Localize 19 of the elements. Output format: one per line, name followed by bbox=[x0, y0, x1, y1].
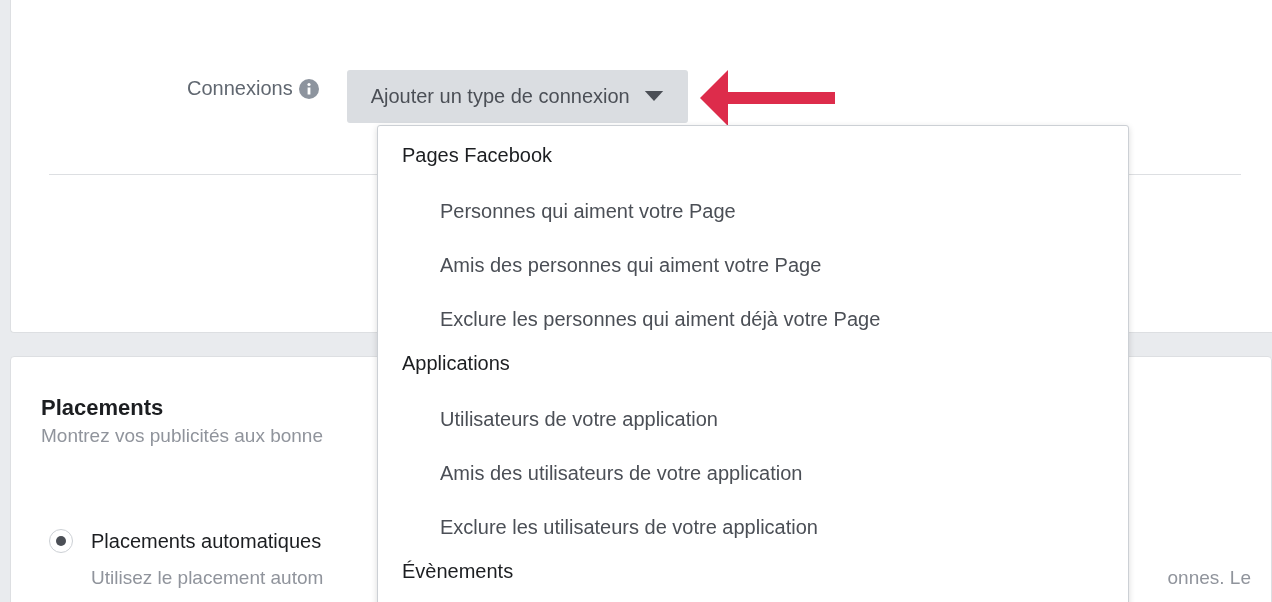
info-icon bbox=[298, 79, 319, 99]
menu-item[interactable]: Amis des utilisateurs de votre application bbox=[402, 452, 1128, 506]
caret-icon bbox=[643, 91, 664, 102]
arrow-icon bbox=[699, 68, 835, 128]
section-title: Placements bbox=[41, 395, 164, 421]
description-text: onnes. Le bbox=[1167, 567, 1251, 589]
menu-group-header: Pages Facebook bbox=[402, 144, 554, 168]
radio-label: Placements automatiques bbox=[91, 529, 322, 553]
menu-item[interactable]: Exclure les utilisateurs de votre application bbox=[402, 506, 1128, 560]
menu-item[interactable]: Exclure les personnes qui aiment déjà votre Page bbox=[402, 298, 1128, 352]
description-text: Utilisez le placement autom bbox=[91, 567, 324, 589]
section-subtitle: Montrez vos publicités aux bonne bbox=[41, 425, 323, 447]
connections-label: Connexions bbox=[187, 77, 293, 100]
menu-group-header: Applications bbox=[402, 352, 511, 376]
connection-type-dropdown[interactable]: Ajouter un type de connexion bbox=[346, 70, 688, 123]
menu-item[interactable]: Utilisateurs de votre application bbox=[402, 398, 1128, 452]
menu-item[interactable]: Amis des personnes qui aiment votre Page bbox=[402, 244, 1128, 298]
menu-group-header: Évènements bbox=[402, 560, 515, 584]
menu-item[interactable]: Personnes qui aiment votre Page bbox=[402, 190, 1128, 244]
